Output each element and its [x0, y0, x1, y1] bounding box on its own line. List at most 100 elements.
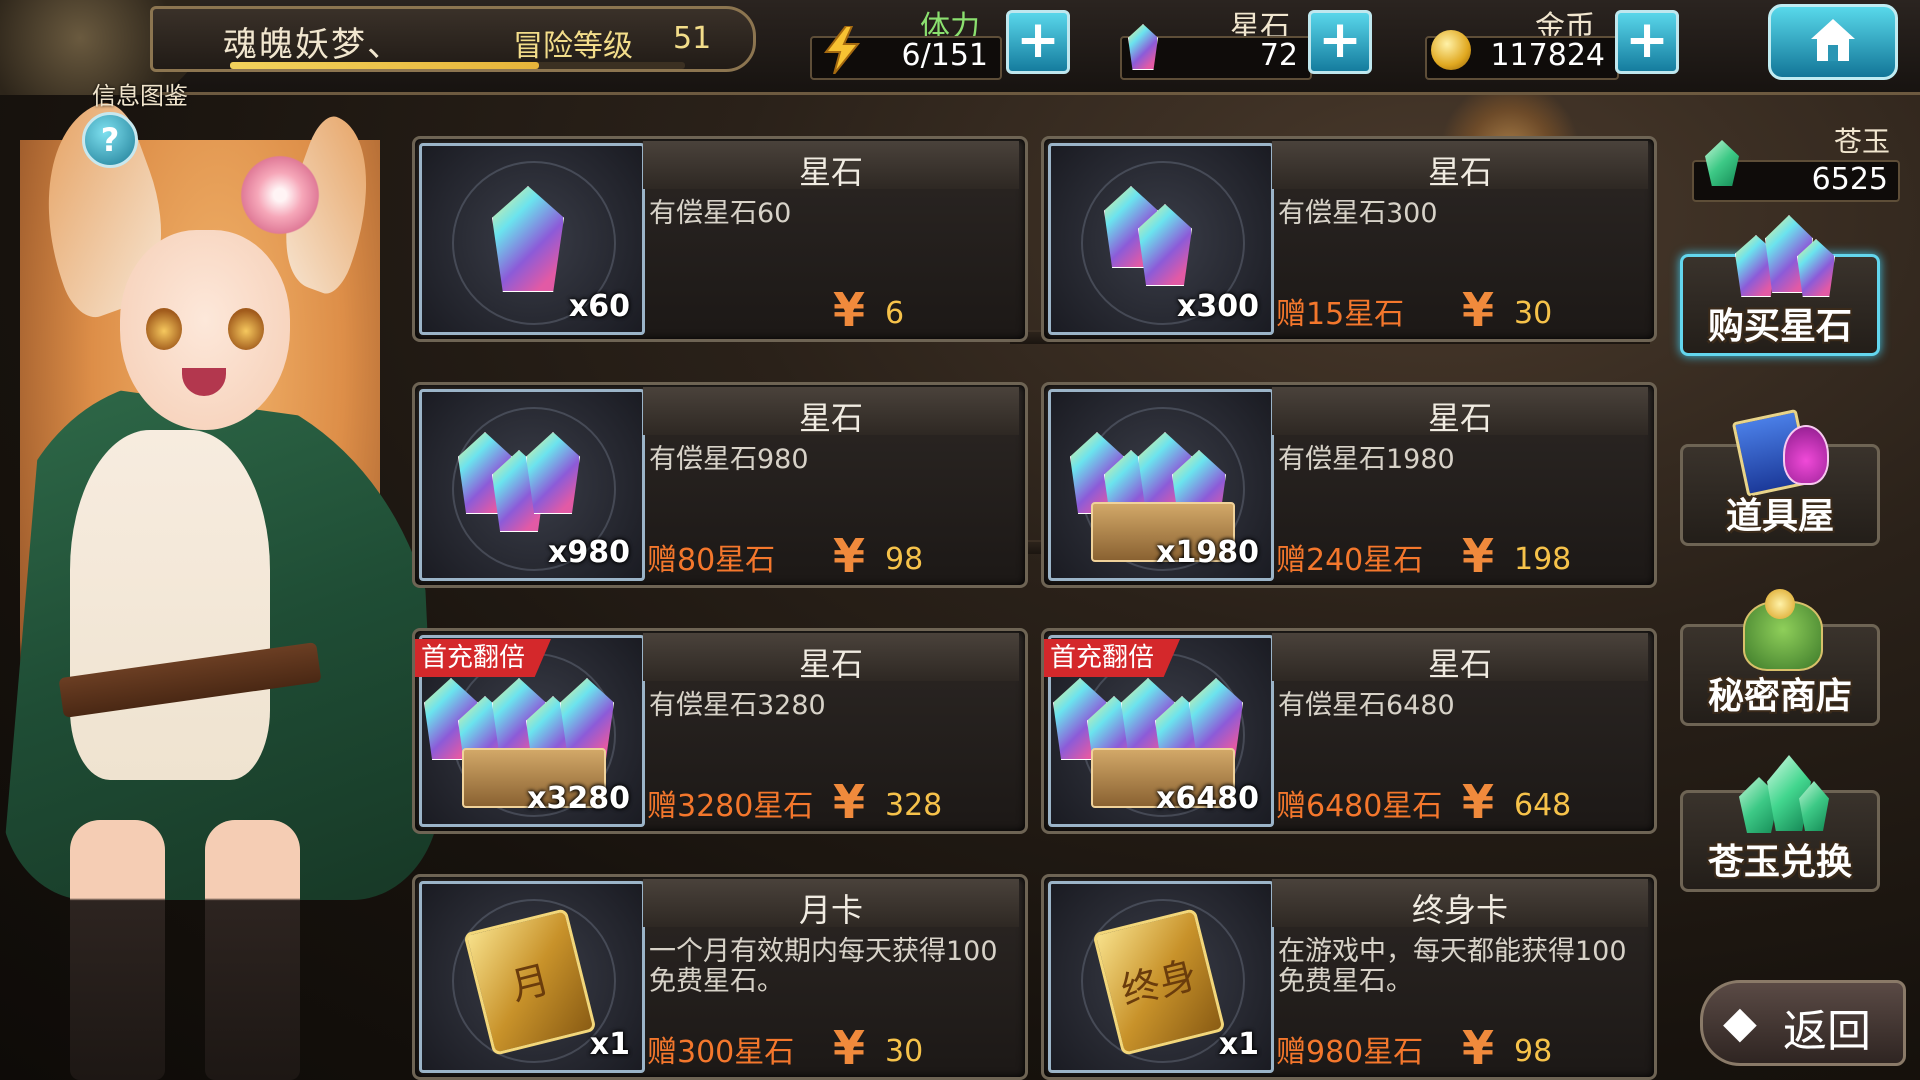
gold-value: 117824: [1490, 38, 1605, 73]
item-title: 月卡: [798, 891, 863, 929]
first-charge-double-badge: 首充翻倍: [1044, 639, 1181, 677]
item-title-bar: 星石: [643, 387, 1019, 437]
shop-item-card[interactable]: x6480 首充翻倍 星石 有偿星石6480 赠6480星石 ¥ 648: [1041, 628, 1657, 834]
item-title: 星石: [798, 645, 863, 683]
item-price: 328: [885, 788, 943, 823]
item-price: 30: [1514, 296, 1553, 331]
add-stamina-button[interactable]: +: [1006, 10, 1070, 74]
star-stone-value: 72: [1259, 38, 1298, 73]
experience-bar: [230, 62, 685, 69]
item-quantity: x1: [589, 1027, 630, 1062]
secret-shop-label: 秘密商店: [1707, 676, 1852, 717]
item-quantity: x1980: [1156, 535, 1259, 570]
shop-item-card[interactable]: 终身 x1 终身卡 在游戏中，每天都能获得100免费星石。 赠980星石 ¥ 98: [1041, 874, 1657, 1080]
shop-item-card[interactable]: x60 星石 有偿星石60 ¥ 6: [412, 136, 1028, 342]
info-catalog-label[interactable]: 信息图鉴: [92, 76, 188, 111]
item-thumbnail: x300: [1048, 143, 1274, 335]
item-quantity: x300: [1177, 289, 1259, 324]
star-stone-resource: 星石 72 +: [1120, 0, 1380, 82]
item-bonus: 赠980星石: [1276, 1035, 1424, 1070]
item-bonus: 赠300星石: [647, 1035, 795, 1070]
item-title: 终身卡: [1411, 891, 1508, 929]
gold-resource: 金币 117824 +: [1425, 0, 1695, 82]
yen-icon: ¥: [833, 529, 866, 583]
item-title-bar: 星石: [643, 141, 1019, 191]
question-icon: ?: [100, 121, 120, 159]
crystal-cluster-icon: [1725, 205, 1835, 305]
item-title-bar: 星石: [643, 633, 1019, 683]
stamina-resource: 体力 6/151 +: [810, 0, 1070, 82]
item-bonus: 赠15星石: [1276, 297, 1405, 332]
item-quantity: x1: [1218, 1027, 1259, 1062]
item-title-bar: 月卡: [643, 879, 1019, 929]
home-button[interactable]: [1768, 4, 1898, 80]
buy-star-stone-label: 购买星石: [1707, 306, 1852, 347]
item-title: 星石: [1427, 399, 1492, 437]
item-price: 98: [885, 542, 924, 577]
card-char: 月: [506, 957, 554, 1009]
item-description: 有偿星石6480: [1278, 690, 1455, 721]
jade-exchange-nav[interactable]: 苍玉兑换: [1680, 755, 1880, 892]
item-title-bar: 星石: [1272, 141, 1648, 191]
item-price: 30: [885, 1034, 924, 1069]
item-title: 星石: [798, 399, 863, 437]
yen-icon: ¥: [1462, 283, 1495, 337]
item-description: 一个月有效期内每天获得100免费星石。: [649, 936, 998, 997]
add-gold-button[interactable]: +: [1615, 10, 1679, 74]
item-title-bar: 星石: [1272, 633, 1648, 683]
item-description: 有偿星石1980: [1278, 444, 1455, 475]
yen-icon: ¥: [1462, 1021, 1495, 1075]
item-thumbnail: x980: [419, 389, 645, 581]
secret-shop-nav[interactable]: 秘密商店: [1680, 589, 1880, 726]
adventure-level-value: 51: [673, 21, 712, 56]
buy-star-stone-nav[interactable]: 购买星石: [1680, 215, 1880, 356]
item-title: 星石: [1427, 645, 1492, 683]
home-icon: [1811, 19, 1855, 61]
coin-icon: [1431, 30, 1471, 70]
yen-icon: ¥: [833, 283, 866, 337]
item-quantity: x60: [568, 289, 630, 324]
shop-item-card[interactable]: x1980 星石 有偿星石1980 赠240星石 ¥ 198: [1041, 382, 1657, 588]
jade-label: 苍玉: [1834, 125, 1891, 158]
item-shop-label: 道具屋: [1725, 496, 1834, 537]
item-price: 98: [1514, 1034, 1553, 1069]
jade-crystal-icon: [1725, 741, 1835, 841]
adventure-level-label: 冒险等级: [513, 29, 633, 64]
jade-exchange-label: 苍玉兑换: [1707, 842, 1852, 883]
item-description: 有偿星石980: [649, 444, 809, 475]
item-thumbnail: x60: [419, 143, 645, 335]
item-description: 有偿星石60: [649, 198, 792, 229]
shop-item-card[interactable]: x300 星石 有偿星石300 赠15星石 ¥ 30: [1041, 136, 1657, 342]
add-star-stone-button[interactable]: +: [1308, 10, 1372, 74]
yen-icon: ¥: [833, 1021, 866, 1075]
help-button[interactable]: ?: [82, 112, 138, 168]
player-name: 魂魄妖梦、: [223, 25, 403, 65]
jade-value: 6525: [1811, 162, 1888, 197]
treasure-bag-icon: [1725, 575, 1835, 675]
shop-item-card[interactable]: 月 x1 月卡 一个月有效期内每天获得100免费星石。 赠300星石 ¥ 30: [412, 874, 1028, 1080]
item-thumbnail: 月 x1: [419, 881, 645, 1073]
item-description: 在游戏中，每天都能获得100免费星石。: [1278, 936, 1627, 997]
item-title: 星石: [1427, 153, 1492, 191]
item-title-bar: 终身卡: [1272, 879, 1648, 929]
item-bonus: 赠6480星石: [1276, 789, 1443, 824]
item-price: 198: [1514, 542, 1572, 577]
item-quantity: x3280: [527, 781, 630, 816]
yen-icon: ¥: [1462, 529, 1495, 583]
shop-item-card[interactable]: x3280 首充翻倍 星石 有偿星石3280 赠3280星石 ¥ 328: [412, 628, 1028, 834]
potion-book-icon: [1725, 395, 1835, 498]
item-title: 星石: [798, 153, 863, 191]
back-button[interactable]: ◆ 返回: [1700, 980, 1906, 1066]
back-label: 返回: [1783, 1006, 1871, 1057]
item-title-bar: 星石: [1272, 387, 1648, 437]
item-thumbnail: x1980: [1048, 389, 1274, 581]
item-quantity: x6480: [1156, 781, 1259, 816]
item-price: 6: [885, 296, 905, 331]
crystal-icon: [1128, 24, 1158, 70]
item-shop-nav[interactable]: 道具屋: [1680, 408, 1880, 546]
yen-icon: ¥: [1462, 775, 1495, 829]
item-bonus: 赠80星石: [647, 543, 776, 578]
item-description: 有偿星石300: [1278, 198, 1438, 229]
shop-item-card[interactable]: x980 星石 有偿星石980 赠80星石 ¥ 98: [412, 382, 1028, 588]
item-bonus: 赠3280星石: [647, 789, 814, 824]
